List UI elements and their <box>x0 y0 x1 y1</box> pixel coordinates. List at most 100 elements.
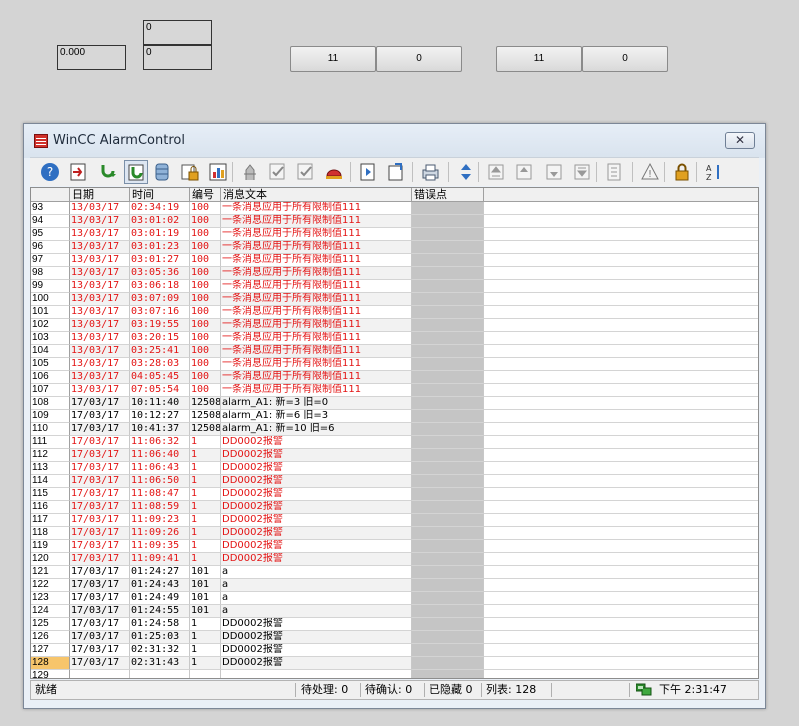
table-row[interactable]: 101 13/03/17 03:07:16 100 一条消息应用于所有限制值111 <box>31 306 758 319</box>
table-row[interactable]: 108 17/03/17 10:11:40 12508 alarm_A1: 新=3 旧=… <box>31 397 758 410</box>
table-row[interactable]: 100 13/03/17 03:07:09 100 一条消息应用于所有限制值111 <box>31 293 758 306</box>
button-2-right[interactable]: 0 <box>582 46 668 72</box>
table-row[interactable]: 117 17/03/17 11:09:23 1 DD0002报警 <box>31 514 758 527</box>
table-row[interactable]: 95 13/03/17 03:01:19 100 一条消息应用于所有限制值111 <box>31 228 758 241</box>
table-row[interactable]: 120 17/03/17 11:09:41 1 DD0002报警 <box>31 553 758 566</box>
cell-message: 一条消息应用于所有限制值111 <box>221 358 412 371</box>
table-row[interactable]: 107 13/03/17 07:05:54 100 一条消息应用于所有限制值111 <box>31 384 758 397</box>
cell-error-point <box>412 293 484 306</box>
cell-error-point <box>412 462 484 475</box>
table-row[interactable]: 111 17/03/17 11:06:32 1 DD0002报警 <box>31 436 758 449</box>
table-row[interactable]: 106 13/03/17 04:05:45 100 一条消息应用于所有限制值111 <box>31 371 758 384</box>
toolbar-button-archive-list[interactable] <box>150 160 174 184</box>
toolbar-button-previous-message[interactable] <box>512 160 536 184</box>
cell-message: 一条消息应用于所有限制值111 <box>221 254 412 267</box>
button-1-left[interactable]: 11 <box>290 46 376 72</box>
toolbar-button-help[interactable]: ? <box>38 160 62 184</box>
toolbar-button-group-acknowledge[interactable] <box>124 160 148 184</box>
table-row[interactable]: 102 13/03/17 03:19:55 100 一条消息应用于所有限制值111 <box>31 319 758 332</box>
cell-filler <box>484 215 758 228</box>
toolbar-button-properties[interactable] <box>602 160 626 184</box>
lock-list-icon <box>181 164 199 181</box>
button-2-left[interactable]: 11 <box>496 46 582 72</box>
toolbar-button-last-message[interactable] <box>570 160 594 184</box>
table-row[interactable]: 124 17/03/17 01:24:55 101 a <box>31 605 758 618</box>
table-row[interactable]: 129 <box>31 670 758 678</box>
button-1-right[interactable]: 0 <box>376 46 462 72</box>
cell-error-point <box>412 228 484 241</box>
io-field-left[interactable]: 0.000 <box>57 45 126 70</box>
table-row[interactable]: 109 17/03/17 10:12:27 12508 alarm_A1: 新=6 旧=… <box>31 410 758 423</box>
table-row[interactable]: 118 17/03/17 11:09:26 1 DD0002报警 <box>31 527 758 540</box>
cell-time: 07:05:54 <box>130 384 190 397</box>
toolbar-button-statistics[interactable] <box>206 160 230 184</box>
header-date[interactable]: 日期 <box>70 188 130 201</box>
header-time[interactable]: 时间 <box>130 188 190 201</box>
table-row[interactable]: 127 17/03/17 02:31:32 1 DD0002报警 <box>31 644 758 657</box>
table-row[interactable]: 119 17/03/17 11:09:35 1 DD0002报警 <box>31 540 758 553</box>
table-row[interactable]: 121 17/03/17 01:24:27 101 a <box>31 566 758 579</box>
table-row[interactable]: 126 17/03/17 01:25:03 1 DD0002报警 <box>31 631 758 644</box>
toolbar-button-report[interactable] <box>356 160 380 184</box>
toolbar-button-checkmark[interactable] <box>266 160 290 184</box>
io-field-right[interactable]: 0 <box>143 45 212 70</box>
table-row[interactable]: 114 17/03/17 11:06:50 1 DD0002报警 <box>31 475 758 488</box>
cell-message: 一条消息应用于所有限制值111 <box>221 228 412 241</box>
toolbar-button-emergency-list[interactable] <box>66 160 90 184</box>
toolbar-button-print[interactable] <box>418 160 442 184</box>
toolbar-button-next-message[interactable] <box>542 160 566 184</box>
toolbar-separator <box>632 162 633 182</box>
toolbar-button-lock[interactable] <box>670 160 694 184</box>
io-field-top-value: 0 <box>146 22 152 33</box>
cell-message: alarm_A1: 新=6 旧=3 <box>221 410 412 423</box>
table-row[interactable]: 105 13/03/17 03:28:03 100 一条消息应用于所有限制值111 <box>31 358 758 371</box>
table-row[interactable]: 97 13/03/17 03:01:27 100 一条消息应用于所有限制值111 <box>31 254 758 267</box>
toolbar-button-acknowledge[interactable] <box>96 160 120 184</box>
row-index: 105 <box>31 358 70 371</box>
toolbar-button-info[interactable] <box>384 160 408 184</box>
toolbar-button-alarm-horn[interactable] <box>322 160 346 184</box>
table-row[interactable]: 104 13/03/17 03:25:41 100 一条消息应用于所有限制值111 <box>31 345 758 358</box>
toolbar-button-sort[interactable] <box>454 160 478 184</box>
toolbar-button-first-message[interactable] <box>484 160 508 184</box>
table-row[interactable]: 113 17/03/17 11:06:43 1 DD0002报警 <box>31 462 758 475</box>
table-row[interactable]: 94 13/03/17 03:01:02 100 一条消息应用于所有限制值111 <box>31 215 758 228</box>
table-row[interactable]: 96 13/03/17 03:01:23 100 一条消息应用于所有限制值111 <box>31 241 758 254</box>
header-number[interactable]: 编号 <box>190 188 221 201</box>
toolbar-button-loop-in-alarm[interactable] <box>238 160 262 184</box>
cell-number: 1 <box>190 475 221 488</box>
table-row[interactable]: 98 13/03/17 03:05:36 100 一条消息应用于所有限制值111 <box>31 267 758 280</box>
table-row[interactable]: 128 17/03/17 02:31:43 1 DD0002报警 <box>31 657 758 670</box>
table-row[interactable]: 112 17/03/17 11:06:40 1 DD0002报警 <box>31 449 758 462</box>
cell-date: 13/03/17 <box>70 215 130 228</box>
table-row[interactable]: 123 17/03/17 01:24:49 101 a <box>31 592 758 605</box>
cell-error-point <box>412 410 484 423</box>
table-row[interactable]: 122 17/03/17 01:24:43 101 a <box>31 579 758 592</box>
io-field-top[interactable]: 0 <box>143 20 212 45</box>
cell-filler <box>484 345 758 358</box>
toolbar-button-warning[interactable]: ! <box>638 160 662 184</box>
row-index: 117 <box>31 514 70 527</box>
cell-time: 03:28:03 <box>130 358 190 371</box>
cell-time: 11:06:32 <box>130 436 190 449</box>
table-row[interactable]: 103 13/03/17 03:20:15 100 一条消息应用于所有限制值111 <box>31 332 758 345</box>
close-button[interactable]: ✕ <box>725 132 755 149</box>
table-row[interactable]: 115 17/03/17 11:08:47 1 DD0002报警 <box>31 488 758 501</box>
header-message-text[interactable]: 消息文本 <box>221 188 412 201</box>
table-row[interactable]: 125 17/03/17 01:24:58 1 DD0002报警 <box>31 618 758 631</box>
cell-error-point <box>412 527 484 540</box>
toolbar-button-lock-list[interactable] <box>178 160 202 184</box>
header-error-point[interactable]: 错误点 <box>412 188 484 201</box>
table-row[interactable]: 93 13/03/17 02:34:19 100 一条消息应用于所有限制值111 <box>31 202 758 215</box>
cell-number: 100 <box>190 319 221 332</box>
toolbar-button-sort-az[interactable]: AZ <box>702 160 726 184</box>
table-row[interactable]: 99 13/03/17 03:06:18 100 一条消息应用于所有限制值111 <box>31 280 758 293</box>
cell-time: 03:06:18 <box>130 280 190 293</box>
emergency-list-icon <box>70 163 86 181</box>
table-row[interactable]: 110 17/03/17 10:41:37 12508 alarm_A1: 新=10 旧… <box>31 423 758 436</box>
toolbar: ?! A Z <box>30 157 759 186</box>
cell-error-point <box>412 397 484 410</box>
toolbar-button-checkmark[interactable] <box>294 160 318 184</box>
table-row[interactable]: 116 17/03/17 11:08:59 1 DD0002报警 <box>31 501 758 514</box>
row-index: 126 <box>31 631 70 644</box>
